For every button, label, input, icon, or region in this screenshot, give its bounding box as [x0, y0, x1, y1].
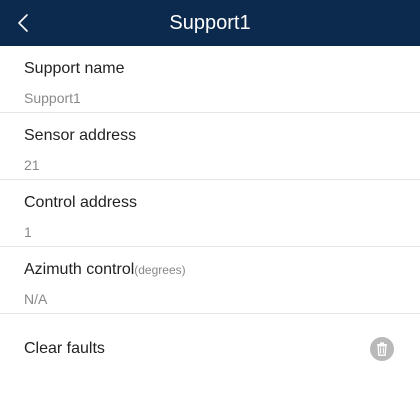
field-support-name[interactable]: Support name Support1	[0, 46, 420, 113]
field-value: 1	[24, 224, 32, 240]
clear-faults-button[interactable]	[370, 337, 394, 361]
field-azimuth-control[interactable]: Azimuth control(degrees) N/A	[0, 247, 420, 314]
trash-icon	[377, 342, 387, 356]
clear-faults-row[interactable]: Clear faults	[0, 314, 420, 384]
field-label: Support name	[24, 60, 125, 77]
page-title: Support1	[169, 12, 251, 34]
field-label: Sensor address	[24, 127, 137, 144]
field-sensor-address[interactable]: Sensor address 21	[0, 113, 420, 180]
field-control-address[interactable]: Control address 1	[0, 180, 420, 247]
field-value: N/A	[24, 291, 48, 307]
field-value: Support1	[24, 90, 81, 106]
field-label: Azimuth control	[24, 261, 135, 278]
field-label: Control address	[24, 194, 137, 211]
app-header: Support1	[0, 0, 420, 46]
field-unit: (degrees)	[134, 263, 186, 277]
field-value: 21	[24, 157, 40, 173]
clear-faults-label: Clear faults	[24, 340, 105, 357]
